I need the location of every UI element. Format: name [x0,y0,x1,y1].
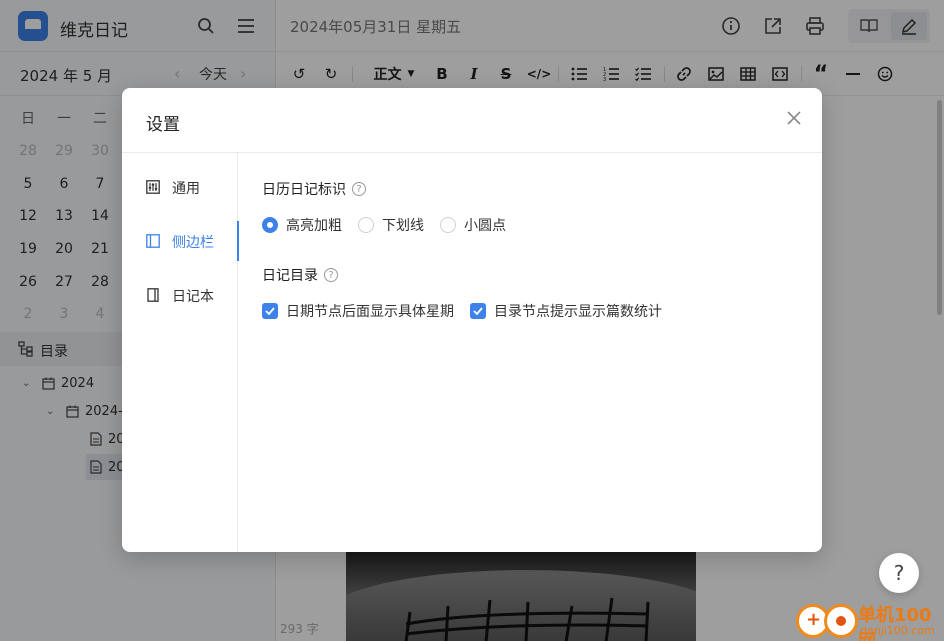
calendar-marker-radio-group: 高亮加粗 下划线 小圆点 [262,215,522,235]
notebook-icon [147,288,159,302]
settings-nav-sidebar[interactable]: 侧边栏 [122,221,239,261]
help-icon[interactable]: ? [324,268,338,282]
watermark-logo: + 单机100网 danji100.com [796,600,944,641]
checkmark-icon [265,307,275,315]
radio-dot [440,217,456,233]
radio-label: 下划线 [382,218,424,234]
close-icon [787,111,801,125]
section-title-text: 日记目录 [262,268,318,284]
watermark-plus-icon: + [806,609,822,630]
nav-label: 侧边栏 [172,235,214,251]
app-window: 维克日记 2024 年 5 月 ‹ 今天 › 日 一 二 28 29 30 5 … [0,0,944,641]
radio-label: 高亮加粗 [286,218,342,234]
diary-toc-checkbox-group: 日期节点后面显示具体星期 目录节点提示显示篇数统计 [262,301,678,321]
calendar-marker-section-title: 日历日记标识 ? [262,179,366,199]
checkbox-label: 日期节点后面显示具体星期 [286,304,454,320]
settings-nav: 通用 侧边栏 日记本 [122,153,239,552]
help-icon[interactable]: ? [352,182,366,196]
diary-toc-section-title: 日记目录 ? [262,265,338,285]
sidebar-icon [146,234,160,248]
dialog-title: 设置 [146,115,180,135]
radio-small-dot[interactable]: 小圆点 [440,215,506,235]
section-title-text: 日历日记标识 [262,182,346,198]
settings-nav-notebook[interactable]: 日记本 [122,275,238,315]
radio-underline[interactable]: 下划线 [358,215,424,235]
checkbox-label: 目录节点提示显示篇数统计 [494,304,662,320]
nav-label: 日记本 [172,289,214,305]
radio-highlight-bold[interactable]: 高亮加粗 [262,215,342,235]
sliders-icon [146,180,160,194]
watermark-url: danji100.com [860,624,935,637]
settings-nav-general[interactable]: 通用 [122,167,238,207]
radio-dot [358,217,374,233]
checkbox-show-weekday[interactable]: 日期节点后面显示具体星期 [262,301,454,321]
checkmark-icon [473,307,483,315]
nav-label: 通用 [172,181,200,197]
help-button[interactable]: ? [879,553,919,593]
radio-dot [262,217,278,233]
settings-content: 日历日记标识 ? 高亮加粗 下划线 小圆点 日记目录 ? 日期节点后面显示具体星… [262,153,802,552]
radio-label: 小圆点 [464,218,506,234]
watermark-dot-icon [836,616,846,626]
checkbox-box [262,303,278,319]
checkbox-show-count[interactable]: 目录节点提示显示篇数统计 [470,301,662,321]
settings-dialog: 设置 通用 侧边栏 日记本 日历日记标识 ? 高亮加粗 下划线 小圆点 日记目录… [122,88,822,552]
checkbox-box [470,303,486,319]
close-dialog-button[interactable] [782,106,806,130]
